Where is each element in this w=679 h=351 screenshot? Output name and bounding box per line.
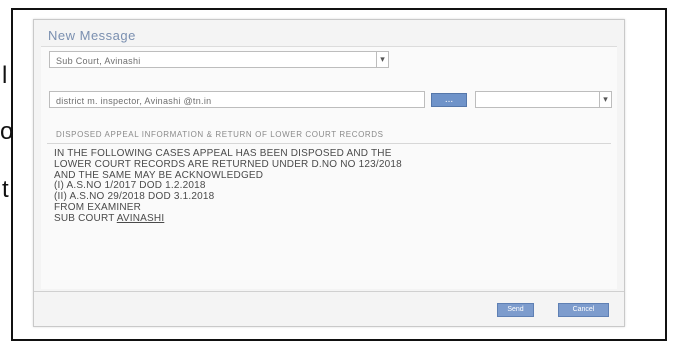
dialog-title: New Message bbox=[48, 28, 136, 43]
divider bbox=[47, 143, 611, 144]
add-recipient-button[interactable]: ... bbox=[431, 93, 467, 107]
message-body[interactable]: IN THE FOLLOWING CASES APPEAL HAS BEEN D… bbox=[54, 148, 609, 225]
background-letter: o bbox=[0, 118, 14, 145]
cancel-button[interactable]: Cancel bbox=[558, 303, 609, 317]
dialog-body: Sub Court, Avinashi ▾ district m. inspec… bbox=[41, 46, 617, 289]
recipient-type-select[interactable]: ▾ bbox=[475, 91, 612, 108]
background-letter: t bbox=[2, 176, 9, 203]
subject-field[interactable]: DISPOSED APPEAL INFORMATION & RETURN OF … bbox=[56, 130, 384, 139]
recipient-input[interactable]: district m. inspector, Avinashi @tn.in bbox=[49, 91, 425, 108]
message-line: LOWER COURT RECORDS ARE RETURNED UNDER D… bbox=[54, 158, 402, 170]
footer-divider bbox=[34, 291, 624, 292]
send-button[interactable]: Send bbox=[497, 303, 534, 317]
sub-court-select-value: Sub Court, Avinashi bbox=[56, 56, 141, 66]
chevron-down-icon[interactable]: ▾ bbox=[599, 92, 611, 107]
chevron-down-icon[interactable]: ▾ bbox=[376, 52, 388, 67]
message-line: SUB COURT AVINASHI bbox=[54, 212, 609, 225]
sub-court-select[interactable]: Sub Court, Avinashi ▾ bbox=[49, 51, 389, 68]
new-message-dialog: New Message Sub Court, Avinashi ▾ distri… bbox=[33, 19, 625, 327]
court-link[interactable]: AVINASHI bbox=[117, 213, 165, 224]
message-line-prefix: SUB COURT bbox=[54, 212, 117, 224]
recipient-input-value: district m. inspector, Avinashi @tn.in bbox=[56, 96, 212, 106]
background-letter: l bbox=[2, 62, 8, 89]
